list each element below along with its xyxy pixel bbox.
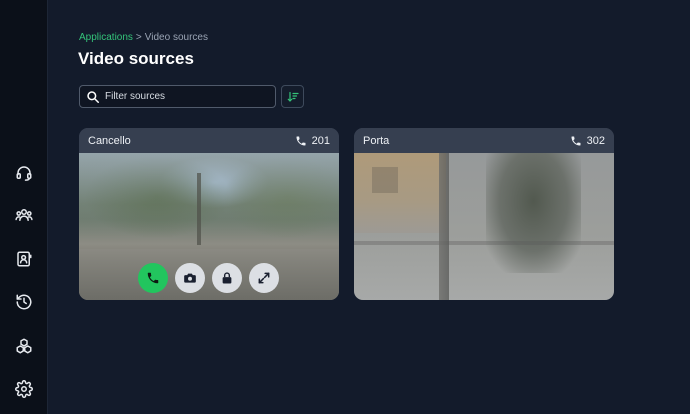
video-source-card[interactable]: Porta 302 — [354, 128, 614, 300]
headset-icon[interactable] — [13, 162, 35, 184]
source-extension: 201 — [295, 135, 330, 147]
source-extension: 302 — [570, 135, 605, 147]
search-icon — [87, 90, 100, 103]
breadcrumb-current: Video sources — [144, 32, 208, 43]
camera-controls — [138, 263, 279, 293]
sort-icon — [287, 91, 299, 102]
card-header: Cancello 201 — [79, 128, 339, 153]
search-box — [79, 85, 276, 108]
video-source-card[interactable]: Cancello 201 — [79, 128, 339, 300]
main-content: Applications > Video sources Video sources… — [48, 0, 690, 414]
users-icon[interactable] — [13, 204, 35, 226]
sort-button[interactable] — [281, 85, 304, 108]
page-title: Video sources — [78, 49, 194, 68]
card-header: Porta 302 — [354, 128, 614, 153]
snapshot-button[interactable] — [175, 263, 205, 293]
search-input[interactable] — [105, 91, 275, 102]
video-gate-bar — [354, 241, 614, 245]
breadcrumb: Applications > Video sources — [79, 32, 208, 43]
extension-number: 201 — [311, 134, 330, 147]
breadcrumb-separator: > — [135, 32, 142, 43]
call-button[interactable] — [138, 263, 168, 293]
expand-icon — [258, 272, 270, 284]
history-icon[interactable] — [13, 291, 35, 313]
sidebar — [0, 0, 48, 414]
camera-icon — [184, 273, 196, 283]
video-pole — [439, 153, 449, 300]
video-building-wall — [354, 153, 446, 233]
breadcrumb-applications-link[interactable]: Applications — [79, 32, 133, 43]
video-feed[interactable] — [79, 153, 339, 300]
fullscreen-button[interactable] — [249, 263, 279, 293]
video-shrub — [486, 153, 581, 273]
lock-icon — [222, 272, 232, 284]
phone-icon — [571, 136, 581, 145]
extension-number: 302 — [586, 134, 605, 147]
video-window — [372, 167, 398, 193]
video-feed[interactable] — [354, 153, 614, 300]
video-tree-trunk — [197, 173, 201, 245]
phone-icon — [296, 136, 306, 145]
source-name: Porta — [363, 134, 390, 147]
unlock-button[interactable] — [212, 263, 242, 293]
contacts-icon[interactable] — [13, 248, 35, 270]
gear-icon[interactable] — [13, 378, 35, 400]
source-name: Cancello — [88, 134, 131, 147]
apps-icon[interactable] — [13, 335, 35, 357]
call-icon — [147, 272, 159, 284]
